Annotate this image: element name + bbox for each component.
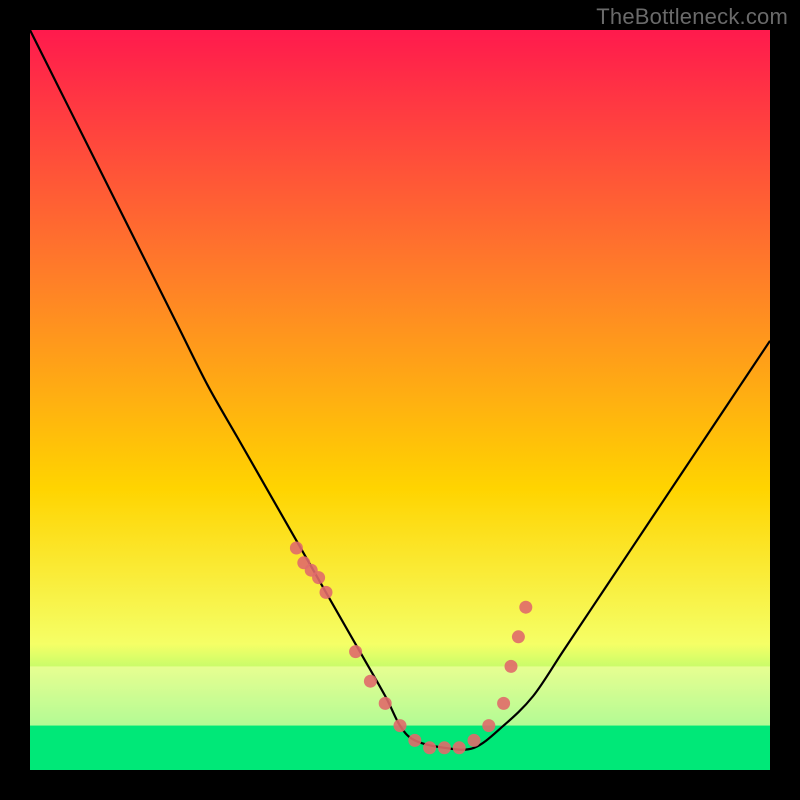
pale-band xyxy=(30,666,770,725)
chart-svg xyxy=(30,30,770,770)
watermark-label: TheBottleneck.com xyxy=(596,4,788,30)
marker-point xyxy=(519,601,532,614)
marker-point xyxy=(349,645,362,658)
marker-point xyxy=(482,719,495,732)
marker-point xyxy=(423,741,436,754)
marker-point xyxy=(290,542,303,555)
marker-point xyxy=(379,697,392,710)
marker-point xyxy=(512,630,525,643)
marker-point xyxy=(394,719,407,732)
marker-point xyxy=(505,660,518,673)
marker-point xyxy=(320,586,333,599)
marker-point xyxy=(453,741,466,754)
marker-point xyxy=(312,571,325,584)
marker-point xyxy=(497,697,510,710)
green-band xyxy=(30,726,770,770)
gradient-background xyxy=(30,30,770,770)
marker-point xyxy=(438,741,451,754)
marker-point xyxy=(364,675,377,688)
plot-area xyxy=(30,30,770,770)
marker-point xyxy=(408,734,421,747)
marker-point xyxy=(468,734,481,747)
